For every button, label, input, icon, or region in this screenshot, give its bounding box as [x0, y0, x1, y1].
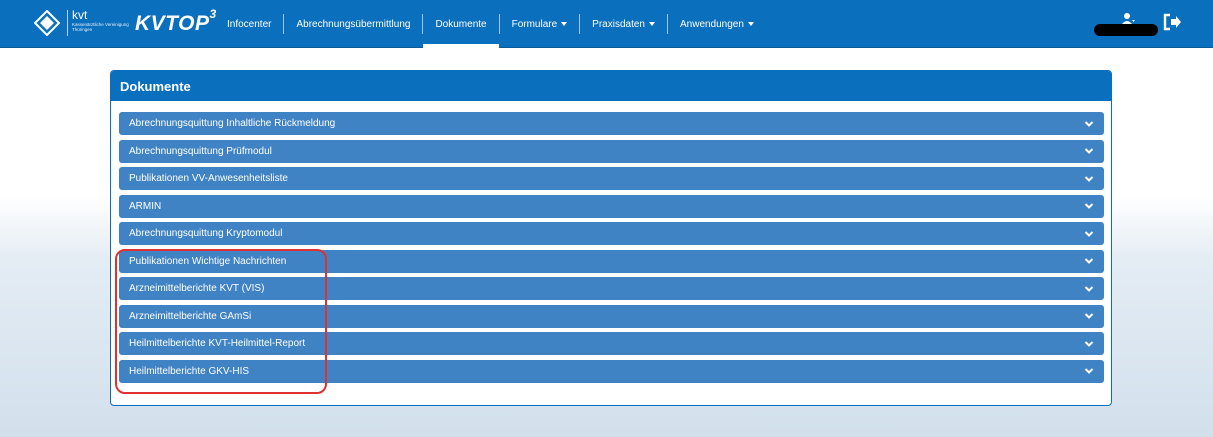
top-navbar: kvt Kassenärztliche Vereinigung Thüringe… [0, 0, 1213, 48]
nav-label: Abrechnungsübermittlung [296, 18, 411, 30]
nav-label: Infocenter [227, 18, 272, 30]
nav-item-formulare[interactable]: Formulare [500, 14, 581, 34]
chevron-down-icon [1084, 258, 1094, 264]
accordion-item[interactable]: Abrechnungsquittung Prüfmodul [119, 139, 1104, 163]
brand-short: kvt [72, 8, 88, 22]
nav-item-anwendungen[interactable]: Anwendungen [668, 14, 766, 34]
accordion-item[interactable]: Publikationen VV-Anwesenheitsliste [119, 167, 1104, 190]
nav-label: Formulare [511, 18, 558, 30]
nav-label: Dokumente [435, 18, 487, 30]
chevron-down-icon [1084, 203, 1094, 209]
accordion-label: Abrechnungsquittung Kryptomodul [129, 228, 283, 239]
panel-title: Dokumente [111, 71, 1111, 101]
chevron-down-icon [1084, 148, 1094, 154]
user-icon[interactable] [1121, 12, 1135, 26]
accordion-label: Abrechnungsquittung Prüfmodul [129, 145, 272, 157]
accordion-label: ARMIN [129, 200, 162, 212]
caret-down-icon [561, 22, 568, 26]
accordion-item[interactable]: ARMIN [119, 194, 1104, 218]
product-label: KVTOP [135, 12, 210, 35]
brand-subtitle: Kassenärztliche Vereinigung Thüringen [72, 22, 129, 32]
accordion-label: Abrechnungsquittung Inhaltliche Rückmeld… [129, 118, 336, 129]
nav-label: Praxisdaten [592, 18, 645, 30]
logout-icon[interactable] [1162, 13, 1182, 31]
brand-divider [67, 10, 68, 36]
nav-item-dokumente[interactable]: Dokumente [423, 14, 500, 48]
nav-item-infocenter[interactable]: Infocenter [215, 14, 285, 34]
accordion-item[interactable]: Abrechnungsquittung Inhaltliche Rückmeld… [119, 112, 1104, 135]
main-nav: Infocenter Abrechnungsübermittlung Dokum… [215, 0, 766, 48]
chevron-down-icon [1084, 230, 1094, 237]
chevron-down-icon [1084, 313, 1094, 319]
caret-down-icon [648, 22, 655, 26]
nav-item-praxisdaten[interactable]: Praxisdaten [580, 14, 668, 34]
chevron-down-icon [1084, 175, 1094, 182]
nav-item-abrechnungsuebermittlung[interactable]: Abrechnungsübermittlung [284, 14, 424, 34]
chevron-down-icon [1084, 368, 1094, 374]
kvt-logo-icon[interactable] [34, 10, 60, 36]
chevron-down-icon [1084, 340, 1094, 347]
accordion-item[interactable]: Abrechnungsquittung Kryptomodul [119, 222, 1104, 245]
accordion-label: Publikationen VV-Anwesenheitsliste [129, 173, 288, 184]
product-name[interactable]: KVTOP3 [135, 7, 217, 36]
chevron-down-icon [1084, 120, 1094, 127]
chevron-down-icon [1084, 285, 1094, 292]
nav-label: Anwendungen [679, 18, 744, 30]
caret-down-icon [747, 22, 754, 26]
highlight-annotation [115, 249, 327, 394]
